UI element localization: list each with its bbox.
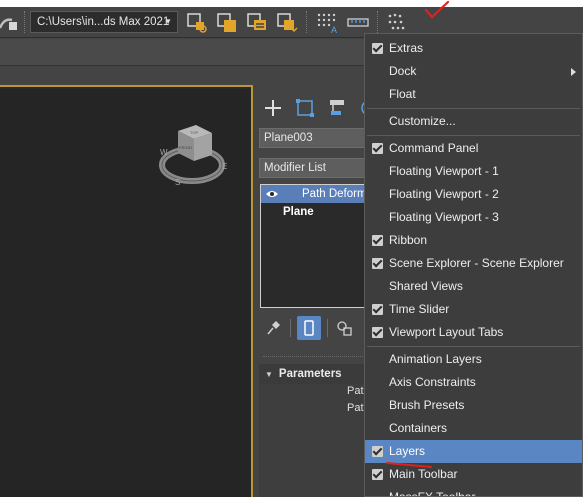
menu-item-floating-viewport-1[interactable]: Floating Viewport - 1 <box>365 160 582 183</box>
menu-item-main-toolbar[interactable]: Main Toolbar <box>365 463 582 486</box>
chevron-down-icon: ▼ <box>164 17 172 26</box>
menu-item-animation-layers[interactable]: Animation Layers <box>365 348 582 371</box>
checkmark-icon <box>372 469 383 480</box>
menu-item-dock[interactable]: Dock <box>365 60 582 83</box>
param-row-label: Pat <box>347 402 364 414</box>
menu-item-axis-constraints[interactable]: Axis Constraints <box>365 371 582 394</box>
window-top-strip <box>0 0 583 7</box>
menu-item-customize[interactable]: Customize... <box>365 110 582 133</box>
checkmark-icon <box>372 258 383 269</box>
menu-item-brush-presets[interactable]: Brush Presets <box>365 394 582 417</box>
menu-item-scene-explorer[interactable]: Scene Explorer - Scene Explorer <box>365 252 582 275</box>
named-selection-icon[interactable] <box>214 10 240 36</box>
hierarchy-tab-icon[interactable] <box>323 95 351 121</box>
viewcube-icon[interactable]: TOP FRONT W S E <box>150 117 240 197</box>
viewport-frame: TOP FRONT W S E <box>0 85 253 497</box>
modifier-list-text: Modifier List <box>264 162 326 174</box>
submenu-arrow-icon <box>571 68 576 76</box>
checkmark-icon <box>372 143 383 154</box>
checkmark-icon <box>372 446 383 457</box>
perspective-viewport[interactable]: TOP FRONT W S E <box>0 89 251 497</box>
menu-item-massfx-toolbar[interactable]: MassFX Toolbar <box>365 486 582 496</box>
snap-grid-icon[interactable]: A <box>314 10 340 36</box>
checkmark-icon <box>372 304 383 315</box>
link-icon[interactable] <box>0 10 22 36</box>
compass-west-label: W <box>160 148 168 157</box>
edit-named-selection-icon[interactable] <box>244 10 270 36</box>
menu-item-floating-viewport-3[interactable]: Floating Viewport - 3 <box>365 206 582 229</box>
menu-item-shared-views[interactable]: Shared Views <box>365 275 582 298</box>
eye-icon[interactable] <box>265 188 279 200</box>
toolbar-grip <box>290 319 291 337</box>
menu-separator <box>367 108 580 109</box>
modifier-list-dropdown[interactable]: Modifier List <box>259 158 379 178</box>
object-name-field[interactable]: Plane003 <box>259 128 379 148</box>
menu-item-viewport-layout-tabs[interactable]: Viewport Layout Tabs <box>365 321 582 344</box>
checkmark-icon <box>372 43 383 54</box>
parameters-area: Pat Pat <box>259 384 369 497</box>
modify-tab-icon[interactable] <box>291 95 319 121</box>
toolbar-grip <box>306 11 308 33</box>
viewcube-front-label: FRONT <box>179 145 193 150</box>
project-path-text: C:\Users\in...ds Max 2021 <box>37 16 170 28</box>
checkmark-icon <box>372 235 383 246</box>
toolbar-grip <box>377 11 379 33</box>
annotation-checkmark-icon <box>424 0 450 19</box>
menu-item-floating-viewport-2[interactable]: Floating Viewport - 2 <box>365 183 582 206</box>
parameters-rollout-header[interactable]: ▼ Parameters <box>259 364 369 384</box>
stack-item-label: Path Deform <box>302 188 367 200</box>
menu-separator <box>367 135 580 136</box>
compass-east-label: E <box>222 162 227 171</box>
checkmark-icon <box>372 327 383 338</box>
compass-south-label: S <box>175 178 180 187</box>
parameters-title: Parameters <box>278 368 342 380</box>
toolbar-grip <box>327 319 328 337</box>
panel-divider <box>263 356 373 357</box>
menu-item-extras[interactable]: Extras <box>365 37 582 60</box>
param-row-label: Pat <box>347 385 364 397</box>
make-unique-icon[interactable] <box>335 319 355 337</box>
svg-text:A: A <box>331 25 337 35</box>
menu-separator <box>367 346 580 347</box>
stack-item-label: Plane <box>283 206 314 218</box>
show-end-result-icon <box>304 320 314 336</box>
create-tab-icon[interactable] <box>259 95 287 121</box>
show-end-result-button[interactable] <box>297 316 321 340</box>
project-path-dropdown[interactable]: C:\Users\in...ds Max 2021 ▼ <box>30 11 178 33</box>
toolbar-context-menu: Extras Dock Float Customize... Command P… <box>364 33 583 497</box>
menu-item-ribbon[interactable]: Ribbon <box>365 229 582 252</box>
pin-stack-icon[interactable] <box>264 319 282 337</box>
collapse-triangle-icon: ▼ <box>265 370 273 379</box>
menu-item-command-panel[interactable]: Command Panel <box>365 137 582 160</box>
menu-item-float[interactable]: Float <box>365 83 582 106</box>
toolbar-grip <box>24 11 26 33</box>
object-name-text: Plane003 <box>264 132 313 144</box>
select-filter-icon[interactable] <box>184 10 210 36</box>
viewcube-top-label: TOP <box>190 130 198 135</box>
menu-item-time-slider[interactable]: Time Slider <box>365 298 582 321</box>
menu-item-containers[interactable]: Containers <box>365 417 582 440</box>
menu-item-layers[interactable]: Layers <box>365 440 582 463</box>
selection-set-icon[interactable] <box>274 10 300 36</box>
